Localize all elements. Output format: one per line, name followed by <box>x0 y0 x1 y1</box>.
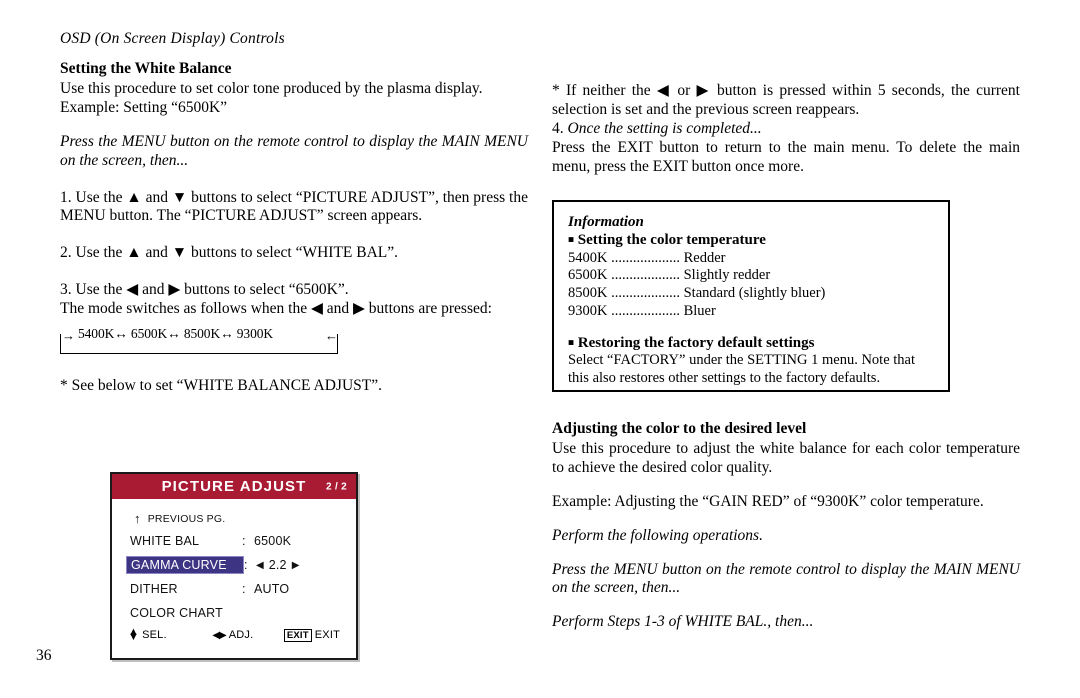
osd-body: ↑ PREVIOUS PG. WHITE BAL : 6500K GAMMA C… <box>112 499 356 625</box>
osd-value-white-bal: 6500K <box>254 534 292 548</box>
information-box-inner: Information ■ Setting the color temperat… <box>557 205 945 387</box>
osd-header: PICTURE ADJUST 2 / 2 <box>112 474 356 499</box>
information-section-2-title: Restoring the factory default settings <box>577 334 815 351</box>
step-4-heading: 4. Once the setting is completed... <box>552 120 1020 139</box>
arrow-down-glyph: ▼ <box>128 631 140 644</box>
temperature-row: 8500K ................... Standard (slig… <box>568 285 934 303</box>
step-4-title: Once the setting is completed... <box>567 119 762 137</box>
cycle-arrow-left-icon: → <box>62 328 75 344</box>
osd-footer-adjust: ◀▶ ADJ. <box>212 629 284 641</box>
page-number: 36 <box>36 647 52 664</box>
osd-previous-page-label: PREVIOUS PG. <box>147 512 226 525</box>
cycle-sequence-labels: 5400K↔ 6500K↔ 8500K↔ 9300K <box>76 326 276 343</box>
example-line: Example: Setting “6500K” <box>60 98 228 116</box>
osd-value-gamma-curve: 2.2 <box>268 558 287 572</box>
right-column-lower: Adjusting the color to the desired level… <box>552 420 1020 632</box>
osd-footer: ▲ ▼ SEL. ◀▶ ADJ. EXIT EXIT <box>112 626 356 644</box>
step-4-number: 4. <box>552 119 564 137</box>
osd-colon-dither: : <box>242 582 246 596</box>
osd-footer-select-label: SEL. <box>142 629 167 642</box>
arrow-right-icon[interactable]: ▶ <box>292 560 300 571</box>
temperature-row: 5400K ................... Redder <box>568 250 934 268</box>
osd-row-gamma-curve[interactable]: GAMMA CURVE : ◀ 2.2 ▶ <box>112 553 356 577</box>
left-column: Setting the White Balance Use this proce… <box>60 60 528 396</box>
osd-colon-white-bal: : <box>242 534 246 548</box>
step-1: 1. Use the ▲ and ▼ buttons to select “PI… <box>60 188 528 225</box>
osd-value-dither: AUTO <box>254 582 290 596</box>
temperature-description: Slightly redder <box>683 267 771 284</box>
leader-dots: ................... <box>607 285 684 302</box>
temperature-value: 9300K <box>568 302 608 319</box>
information-section-1-title: Setting the color temperature <box>577 232 766 248</box>
exit-key-icon: EXIT <box>283 628 312 642</box>
step-2: 2. Use the ▲ and ▼ buttons to select “WH… <box>60 244 399 262</box>
osd-row-white-bal[interactable]: WHITE BAL : 6500K <box>112 529 356 553</box>
osd-gamma-curve-adjuster[interactable]: ◀ 2.2 ▶ <box>256 558 299 572</box>
adjusting-color-body: Use this procedure to adjust the white b… <box>552 439 1020 476</box>
square-bullet-icon: ■ <box>568 337 575 348</box>
see-below-note: * See below to set “WHITE BALANCE ADJUST… <box>60 377 383 395</box>
perform-operations: Perform the following operations. <box>552 526 763 544</box>
osd-page-indicator: 2 / 2 <box>326 481 347 492</box>
timeout-note: * If neither the ◀ or ▶ button is presse… <box>552 82 1020 118</box>
information-section-2-heading: ■ Restoring the factory default settings <box>568 334 934 353</box>
osd-title: PICTURE ADJUST <box>161 478 307 495</box>
temperature-row: 6500K ................... Slightly redde… <box>568 267 934 285</box>
temperature-value: 5400K <box>568 249 608 266</box>
information-section-1-heading: ■ Setting the color temperature <box>568 231 934 250</box>
example-2: Example: Adjusting the “GAIN RED” of “93… <box>552 492 984 510</box>
leader-dots: ................... <box>607 267 684 284</box>
intro-paragraph: Use this procedure to set color tone pro… <box>60 79 483 97</box>
right-column: * If neither the ◀ or ▶ button is presse… <box>552 82 1020 177</box>
osd-footer-adjust-label: ADJ. <box>228 629 254 642</box>
information-box: Information ■ Setting the color temperat… <box>552 200 950 392</box>
osd-colon-gamma-curve: : <box>244 558 248 572</box>
temperature-row: 9300K ................... Bluer <box>568 303 934 321</box>
arrow-up-down-icon: ▲ ▼ <box>128 626 140 644</box>
arrow-left-right-icon: ◀▶ <box>212 629 226 641</box>
temperature-description: Bluer <box>683 302 716 319</box>
leader-dots: ................... <box>607 302 684 319</box>
information-title: Information <box>568 214 644 230</box>
document-page: OSD (On Screen Display) Controls Setting… <box>0 0 1080 698</box>
perform-steps: Perform Steps 1-3 of WHITE BAL., then... <box>552 613 814 631</box>
temperature-cycle-diagram: → ← 5400K↔ 6500K↔ 8500K↔ 9300K <box>60 326 340 356</box>
osd-footer-exit-label: EXIT <box>314 629 340 642</box>
section-heading-adjusting-color: Adjusting the color to the desired level <box>552 420 807 437</box>
osd-previous-page-item[interactable]: ↑ PREVIOUS PG. <box>112 508 356 529</box>
cycle-arrow-right-icon: ← <box>325 328 338 344</box>
temperature-value: 8500K <box>568 285 608 302</box>
osd-picture-adjust-panel: PICTURE ADJUST 2 / 2 ↑ PREVIOUS PG. WHIT… <box>110 472 358 660</box>
osd-label-gamma-curve: GAMMA CURVE <box>126 556 244 574</box>
menu-instruction-2: Press the MENU button on the remote cont… <box>552 560 1020 597</box>
step-4-body: Press the EXIT button to return to the m… <box>552 138 1020 175</box>
section-heading-white-balance: Setting the White Balance <box>60 60 232 77</box>
arrow-left-icon[interactable]: ◀ <box>256 560 264 571</box>
temperature-value: 6500K <box>568 267 608 284</box>
running-head: OSD (On Screen Display) Controls <box>60 30 285 47</box>
information-section-2-body: Select “FACTORY” under the SETTING 1 men… <box>568 352 915 386</box>
osd-row-dither[interactable]: DITHER : AUTO <box>112 577 356 601</box>
osd-label-dither: DITHER <box>130 582 178 596</box>
osd-label-color-chart: COLOR CHART <box>130 606 223 620</box>
square-bullet-icon: ■ <box>568 234 575 246</box>
step-3-line-1: 3. Use the ◀ and ▶ buttons to select “65… <box>60 281 349 299</box>
temperature-description: Standard (slightly bluer) <box>683 285 826 302</box>
osd-footer-exit: EXIT EXIT <box>283 628 340 642</box>
osd-label-white-bal: WHITE BAL <box>130 534 200 548</box>
arrow-up-icon: ↑ <box>134 511 141 526</box>
temperature-description: Redder <box>683 249 726 266</box>
osd-row-color-chart[interactable]: COLOR CHART <box>112 601 356 625</box>
step-3-line-2: The mode switches as follows when the ◀ … <box>60 300 492 318</box>
osd-footer-select: ▲ ▼ SEL. <box>128 626 212 644</box>
leader-dots: ................... <box>607 249 684 266</box>
menu-instruction: Press the MENU button on the remote cont… <box>60 132 528 169</box>
